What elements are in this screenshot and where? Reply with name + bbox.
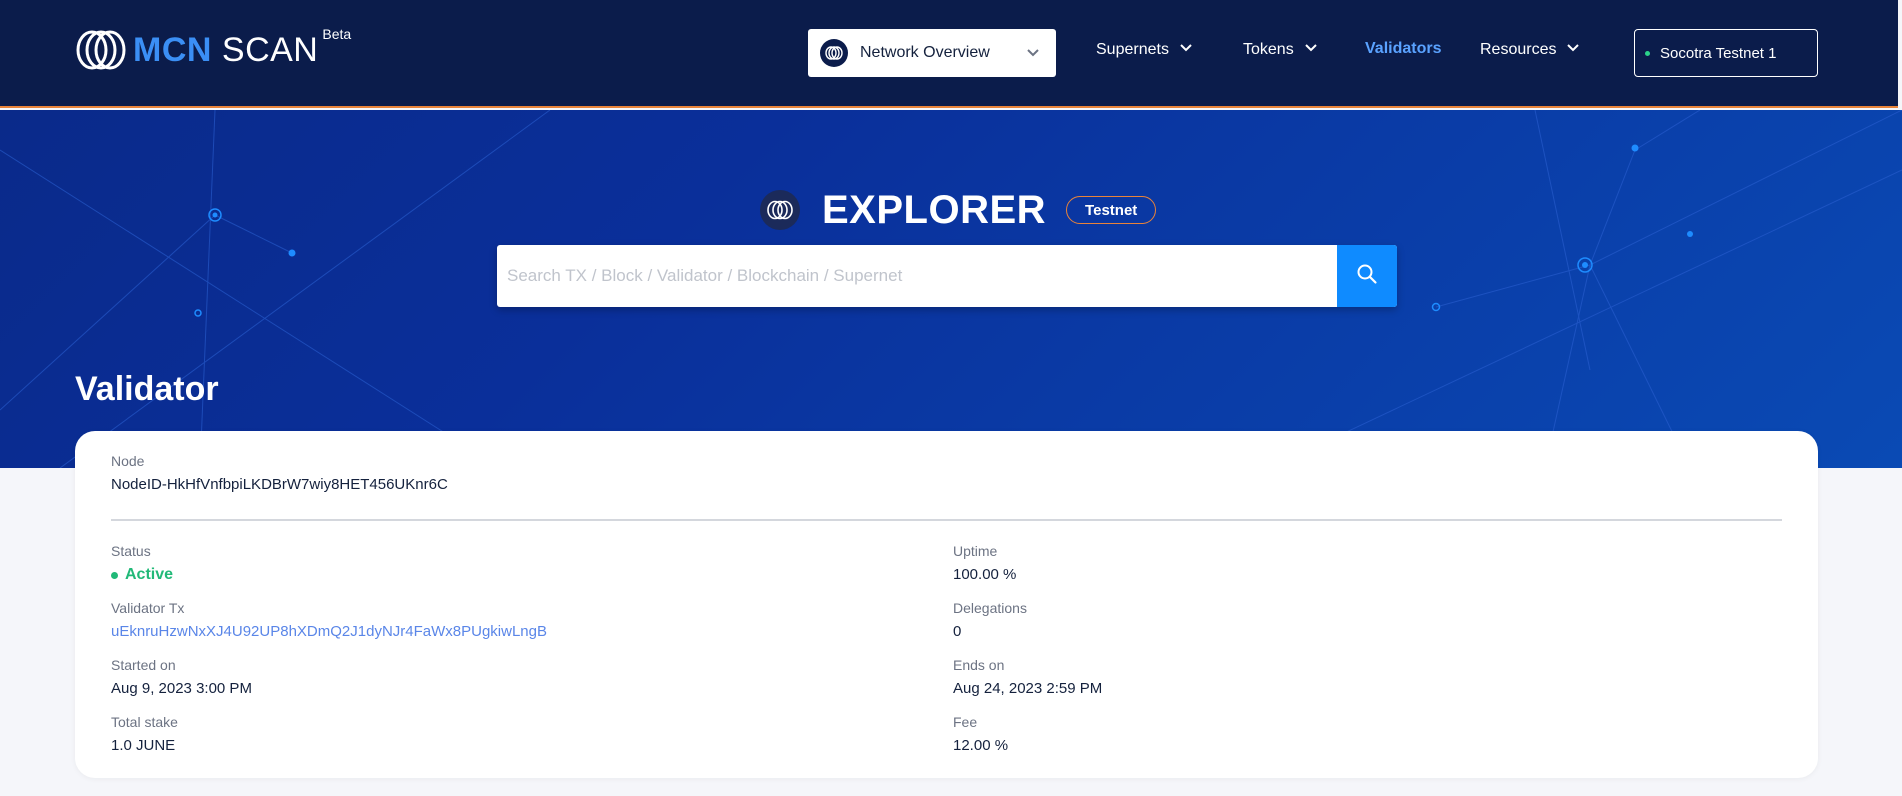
nav-resources-label: Resources xyxy=(1480,40,1557,58)
logo-text: MCN SCAN xyxy=(133,31,318,70)
testnet-badge: Testnet xyxy=(1066,196,1157,224)
logo-scan: SCAN xyxy=(221,30,319,69)
nav-resources[interactable]: Resources xyxy=(1480,40,1580,59)
network-overview-select[interactable]: Network Overview xyxy=(808,29,1056,77)
chevron-down-icon xyxy=(1566,40,1580,59)
status-badge: Active xyxy=(111,566,173,584)
started-on-label: Started on xyxy=(111,657,176,673)
search-button[interactable] xyxy=(1337,245,1397,307)
delegations-label: Delegations xyxy=(953,600,1027,616)
chevron-down-icon xyxy=(1026,45,1040,64)
nav-supernets[interactable]: Supernets xyxy=(1096,40,1193,59)
uptime-label: Uptime xyxy=(953,543,998,559)
network-switch-button[interactable]: Socotra Testnet 1 xyxy=(1634,29,1818,77)
mcn-logo-icon xyxy=(75,29,127,71)
uptime-value: 100.00 % xyxy=(953,566,1017,583)
fee-value: 12.00 % xyxy=(953,737,1009,754)
nav-supernets-label: Supernets xyxy=(1096,40,1169,58)
status-label: Status xyxy=(111,543,151,559)
nav-tokens-label: Tokens xyxy=(1243,40,1294,58)
ends-on-value: Aug 24, 2023 2:59 PM xyxy=(953,680,1103,697)
validator-tx-link[interactable]: uEknruHzwNxXJ4U92UP8hXDmQ2J1dyNJr4FaWx8P… xyxy=(111,623,547,640)
started-on-value: Aug 9, 2023 3:00 PM xyxy=(111,680,252,697)
status-value: Active xyxy=(125,566,174,583)
fee-label: Fee xyxy=(953,714,978,730)
explorer-title: EXPLORER xyxy=(822,187,1047,232)
search-input[interactable] xyxy=(497,245,1337,307)
status-dot-icon xyxy=(111,571,118,579)
total-stake-value: 1.0 JUNE xyxy=(111,737,176,754)
hero-banner: EXPLORER Testnet Validator xyxy=(0,110,1902,468)
logo-mcn: MCN xyxy=(133,30,212,69)
total-stake-label: Total stake xyxy=(111,714,178,730)
page-title: Validator xyxy=(75,370,219,408)
status-dot-icon xyxy=(1645,50,1650,56)
validator-tx-label: Validator Tx xyxy=(111,600,185,616)
node-label: Node xyxy=(111,453,145,469)
nav-validators[interactable]: Validators xyxy=(1365,40,1441,58)
nav-tokens[interactable]: Tokens xyxy=(1243,40,1318,59)
search-bar xyxy=(497,245,1397,307)
delegations-value: 0 xyxy=(953,623,962,640)
beta-label: Beta xyxy=(322,26,352,42)
validator-details-card: Node NodeID-HkHfVnfbpiLKDBrW7wiy8HET456U… xyxy=(75,431,1818,778)
node-value: NodeID-HkHfVnfbpiLKDBrW7wiy8HET456UKnr6C xyxy=(111,476,448,493)
network-overview-label: Network Overview xyxy=(860,44,990,61)
network-icon xyxy=(820,39,848,67)
chevron-down-icon xyxy=(1179,40,1193,59)
chevron-down-icon xyxy=(1304,40,1318,59)
site-logo[interactable]: MCN SCAN Beta xyxy=(75,26,352,72)
network-switch-label: Socotra Testnet 1 xyxy=(1660,44,1777,62)
ends-on-label: Ends on xyxy=(953,657,1005,673)
divider xyxy=(111,519,1782,521)
top-header: MCN SCAN Beta Network Overview Supernets… xyxy=(0,0,1898,108)
nav-validators-label: Validators xyxy=(1365,40,1442,57)
explorer-icon xyxy=(760,190,800,230)
search-icon xyxy=(1356,263,1378,290)
explorer-heading: EXPLORER Testnet xyxy=(760,180,1157,240)
